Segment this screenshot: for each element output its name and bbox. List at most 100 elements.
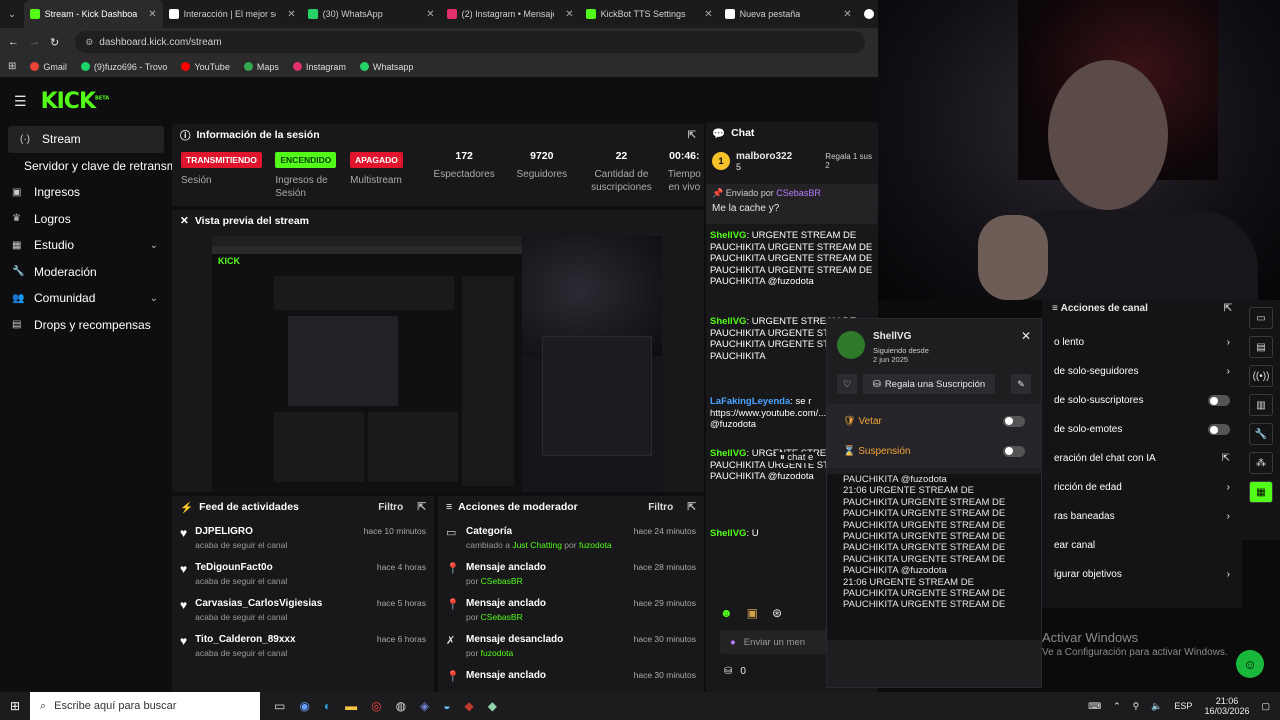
channel-action-item[interactable]: eración del chat con IA ⇱ <box>1042 444 1242 473</box>
close-icon[interactable]: ✕ <box>1021 329 1031 343</box>
bookmark[interactable]: (9)fuzo696 - Trovo <box>80 62 167 72</box>
kick-logo[interactable]: KICKBETA <box>41 89 110 114</box>
tab-search-button[interactable]: ⌄ <box>0 0 24 28</box>
follower-name[interactable]: Carvasias_CarlosVigiesias <box>195 598 322 609</box>
card-icon[interactable]: ▭ <box>1249 307 1273 329</box>
detail-link[interactable]: CSebasBR <box>481 576 523 586</box>
edge-icon[interactable]: ◐ <box>324 699 331 713</box>
tray-up-icon[interactable]: ⌃ <box>1113 701 1121 712</box>
chat-bubble-icon[interactable]: ▤ <box>1249 336 1273 358</box>
browser-tab[interactable]: (30) WhatsApp ✕ <box>302 0 441 28</box>
channel-action-item[interactable]: de solo-emotes <box>1042 415 1242 444</box>
chat-username[interactable]: LaFakingLeyenda <box>710 396 790 407</box>
chat-paused-button[interactable]: ⏸ chat e <box>776 452 818 463</box>
steam-icon[interactable]: ◒ <box>443 699 450 713</box>
pinned-by-user[interactable]: CSebasBR <box>776 188 821 198</box>
apps-icon[interactable]: ⊞ <box>8 61 16 72</box>
sidebar-item[interactable]: Servidor y clave de retransmi <box>0 153 179 180</box>
channel-action-item[interactable]: de solo-seguidores › <box>1042 357 1242 386</box>
toggle-switch[interactable] <box>1208 395 1230 406</box>
detail-link[interactable]: CSebasBR <box>481 612 523 622</box>
start-button[interactable]: ⊞ <box>0 692 30 720</box>
sidebar-item[interactable]: ▦ Estudio ⌄ <box>0 232 172 259</box>
channel-action-item[interactable]: de solo-suscriptores <box>1042 386 1242 415</box>
ban-row[interactable]: 🛡 Vetar <box>827 406 1041 436</box>
close-tab-icon[interactable]: ✕ <box>837 9 851 20</box>
follower-name[interactable]: TeDigounFact0o <box>195 562 287 573</box>
close-tab-icon[interactable]: ✕ <box>142 9 156 20</box>
channel-action-item[interactable]: ras baneadas › <box>1042 502 1242 531</box>
channel-action-item[interactable]: ricción de edad › <box>1042 473 1242 502</box>
explorer-icon[interactable]: ▬ <box>345 699 357 713</box>
emote-icon[interactable]: ☻ <box>720 606 733 620</box>
emote-icon[interactable]: ▣ <box>747 606 758 620</box>
browser-tab[interactable]: KickBot TTS Settings ✕ <box>580 0 719 28</box>
app-icon[interactable]: ◆ <box>488 699 497 713</box>
chrome-icon[interactable]: ◎ <box>371 699 381 713</box>
popout-icon[interactable]: ⇱ <box>688 130 696 141</box>
top-user-name[interactable]: malboro322 <box>736 151 792 162</box>
broadcast-icon[interactable]: ((•)) <box>1249 365 1273 387</box>
chat-message[interactable]: ShellVG: URGENTE STREAM DE PAUCHIKITA UR… <box>706 230 878 310</box>
filter-button[interactable]: Filtro <box>378 502 403 513</box>
support-chat-button[interactable]: ☺ <box>1236 650 1264 678</box>
close-tab-icon[interactable]: ✕ <box>281 9 295 20</box>
network-icon[interactable]: ⚲ <box>1133 701 1140 712</box>
detail-link[interactable]: fuzodota <box>481 648 514 658</box>
sidebar-item[interactable]: 🔧 Moderación <box>0 259 172 286</box>
wrench-icon[interactable]: 🔧 <box>1249 423 1273 445</box>
emote-icon[interactable]: ⊛ <box>772 606 782 620</box>
chrome-profile-icon[interactable] <box>858 0 878 28</box>
bookmark[interactable]: Maps <box>243 62 279 72</box>
keyboard-icon[interactable]: ⌨ <box>1088 701 1101 712</box>
chat-username[interactable]: ShellVG <box>710 230 746 241</box>
chat-username[interactable]: ShellVG <box>710 528 746 539</box>
sidebar-item[interactable]: ▣ Ingresos <box>0 179 172 206</box>
back-icon[interactable]: ← <box>8 36 19 48</box>
timeout-toggle[interactable] <box>1003 445 1025 457</box>
site-info-icon[interactable]: ⚙ <box>85 37 93 48</box>
clock[interactable]: 21:06 16/03/2026 <box>1204 696 1249 716</box>
reload-icon[interactable]: ↻ <box>50 36 59 49</box>
nodes-icon[interactable]: ⁂ <box>1249 452 1273 474</box>
channel-action-item[interactable]: igurar objetivos › <box>1042 560 1242 589</box>
browser-tab[interactable]: Stream - Kick Dashboard ✕ <box>23 0 163 28</box>
notification-icon[interactable]: ▢ <box>1261 701 1270 712</box>
sidebar-item[interactable]: ♛ Logros <box>0 206 172 233</box>
task-view-icon[interactable]: ▭ <box>274 699 285 713</box>
discord-icon[interactable]: ◈ <box>420 699 429 713</box>
ban-toggle[interactable] <box>1003 415 1025 427</box>
bookmark[interactable]: Whatsapp <box>359 62 413 72</box>
channel-action-item[interactable]: ear canal <box>1042 531 1242 560</box>
obs-icon[interactable]: ◍ <box>396 699 406 713</box>
edit-button[interactable]: ✎ <box>1011 374 1031 394</box>
detail-link[interactable]: Just Chatting <box>512 540 562 550</box>
popout-icon[interactable]: ⇱ <box>1224 303 1232 314</box>
volume-icon[interactable]: 🔈 <box>1151 701 1162 712</box>
dota-icon[interactable]: ◆ <box>465 699 474 713</box>
browser-tab[interactable]: (2) Instagram • Mensajes ✕ <box>441 0 580 28</box>
stack-icon[interactable]: ▥ <box>1249 394 1273 416</box>
toggle-switch[interactable] <box>1208 424 1230 435</box>
browser-tab[interactable]: Nueva pestaña ✕ <box>719 0 858 28</box>
chat-username[interactable]: ShellVG <box>710 448 746 459</box>
timeout-row[interactable]: ⌛ Suspensión <box>827 436 1041 466</box>
taskbar-search[interactable]: ⌕ Escribe aquí para buscar <box>30 692 260 720</box>
gift-icon[interactable]: ⛁ <box>724 666 732 677</box>
sidebar-item[interactable]: 👥 Comunidad ⌄ <box>0 285 172 312</box>
popout-icon[interactable]: ⇱ <box>687 501 696 513</box>
menu-icon[interactable]: ☰ <box>14 93 27 110</box>
bookmark[interactable]: YouTube <box>181 62 230 72</box>
chat-username[interactable]: ShellVG <box>710 316 746 327</box>
language-indicator[interactable]: ESP <box>1174 701 1192 711</box>
gift-sub-button[interactable]: ⛁ Regala una Suscripción <box>863 374 995 394</box>
follower-name[interactable]: DJPELIGRO <box>195 526 287 537</box>
stream-preview-video[interactable]: KICK <box>212 236 662 492</box>
forward-icon[interactable]: → <box>29 36 40 48</box>
popout-icon[interactable]: ⇱ <box>417 501 426 513</box>
detail-link[interactable]: fuzodota <box>579 540 612 550</box>
sidebar-item[interactable]: (·) Stream <box>8 126 164 153</box>
url-bar[interactable]: ⚙ dashboard.kick.com/stream <box>75 31 866 53</box>
pinned-message[interactable]: 📌 Enviado por CSebasBR Me la cache y? <box>706 184 878 224</box>
channel-action-item[interactable]: o lento › <box>1042 328 1242 357</box>
